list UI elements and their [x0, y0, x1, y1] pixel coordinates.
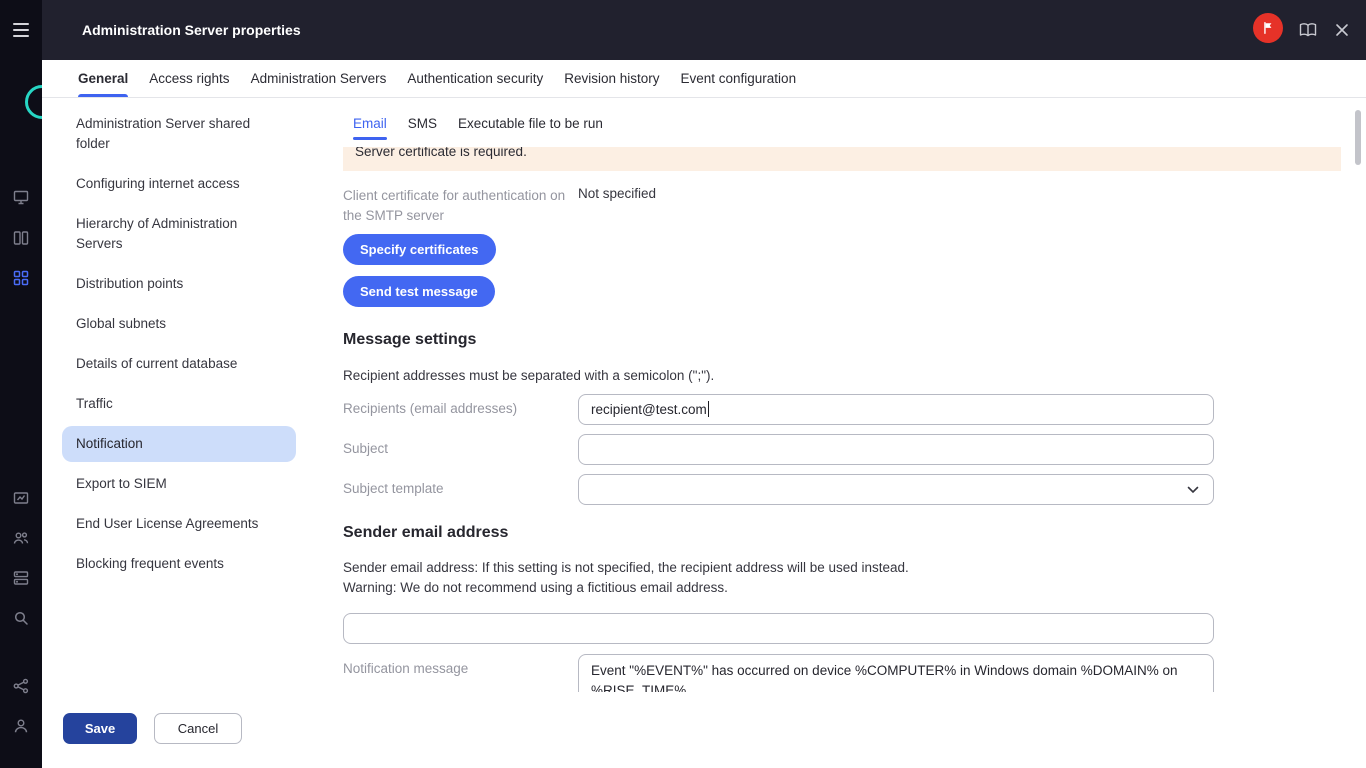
tab-revision-history[interactable]: Revision history: [564, 60, 659, 97]
nav-item-eula[interactable]: End User License Agreements: [62, 506, 296, 542]
dashboard-icon[interactable]: [13, 490, 29, 506]
monitoring-icon[interactable]: [13, 189, 29, 205]
nav-item-global-subnets[interactable]: Global subnets: [62, 306, 296, 342]
subject-template-label: Subject template: [343, 481, 444, 496]
subject-template-select[interactable]: [578, 474, 1214, 505]
chevron-down-icon: [1187, 486, 1199, 494]
logo-ring: [25, 85, 42, 119]
subject-input[interactable]: [578, 434, 1214, 465]
flag-badge-icon[interactable]: [1253, 13, 1283, 43]
tab-access-rights[interactable]: Access rights: [149, 60, 229, 97]
nav-item-shared-folder[interactable]: Administration Server shared folder: [62, 106, 296, 162]
subject-label: Subject: [343, 441, 388, 456]
subtab-email[interactable]: Email: [353, 116, 387, 140]
dialog-header: Administration Server properties: [0, 0, 1366, 60]
nav-item-traffic[interactable]: Traffic: [62, 386, 296, 422]
settings-nav: Administration Server shared folder Conf…: [62, 106, 296, 586]
tab-authentication-security[interactable]: Authentication security: [407, 60, 543, 97]
recipients-hint: Recipient addresses must be separated wi…: [343, 368, 714, 383]
tab-event-configuration[interactable]: Event configuration: [681, 60, 797, 97]
client-certificate-value: Not specified: [578, 186, 656, 201]
subtab-sms[interactable]: SMS: [408, 116, 437, 140]
notification-email-pane: Email SMS Executable file to be run Serv…: [343, 98, 1366, 768]
dialog-body: General Access rights Administration Ser…: [42, 60, 1366, 768]
nav-item-hierarchy[interactable]: Hierarchy of Administration Servers: [62, 206, 296, 262]
sender-note-line1: Sender email address: If this setting is…: [343, 558, 909, 578]
recipients-input[interactable]: recipient@test.com: [578, 394, 1214, 425]
tab-general[interactable]: General: [78, 60, 128, 97]
client-certificate-label: Client certificate for authentication on…: [343, 186, 575, 226]
recipients-label: Recipients (email addresses): [343, 401, 517, 416]
nav-item-blocking-events[interactable]: Blocking frequent events: [62, 546, 296, 582]
assets-icon[interactable]: [13, 230, 29, 246]
dialog-title: Administration Server properties: [82, 0, 301, 60]
text-cursor: [708, 401, 709, 417]
notification-message-label: Notification message: [343, 661, 468, 676]
save-button[interactable]: Save: [63, 713, 137, 744]
recipients-value: recipient@test.com: [591, 402, 707, 417]
send-test-message-button[interactable]: Send test message: [343, 276, 495, 307]
subtab-executable[interactable]: Executable file to be run: [458, 116, 603, 140]
storage-icon[interactable]: [13, 570, 29, 586]
nav-item-distribution-points[interactable]: Distribution points: [62, 266, 296, 302]
manual-icon[interactable]: [1298, 20, 1318, 40]
close-icon[interactable]: [1332, 20, 1352, 40]
warning-banner: Server certificate is required.: [343, 147, 1341, 171]
properties-tabbar: General Access rights Administration Ser…: [42, 60, 1366, 98]
nav-item-export-siem[interactable]: Export to SIEM: [62, 466, 296, 502]
notification-subtabs: Email SMS Executable file to be run: [353, 116, 603, 140]
console-grid-icon[interactable]: [13, 270, 29, 286]
nav-item-current-database[interactable]: Details of current database: [62, 346, 296, 382]
scrollbar-thumb[interactable]: [1355, 110, 1361, 165]
menu-icon[interactable]: [13, 23, 29, 37]
sender-email-input[interactable]: [343, 613, 1214, 644]
specify-certificates-button[interactable]: Specify certificates: [343, 234, 496, 265]
dialog-footer: Save Cancel: [42, 692, 1366, 768]
nav-item-internet-access[interactable]: Configuring internet access: [62, 166, 296, 202]
warning-banner-text: Server certificate is required.: [343, 147, 1341, 162]
account-icon[interactable]: [13, 718, 29, 734]
users-icon[interactable]: [13, 530, 29, 546]
cancel-button[interactable]: Cancel: [154, 713, 242, 744]
app-rail: [0, 0, 42, 768]
sender-note: Sender email address: If this setting is…: [343, 558, 909, 598]
sender-email-heading: Sender email address: [343, 524, 508, 542]
sender-note-line2: Warning: We do not recommend using a fic…: [343, 578, 909, 598]
share-icon[interactable]: [13, 678, 29, 694]
message-settings-heading: Message settings: [343, 331, 476, 349]
nav-item-notification[interactable]: Notification: [62, 426, 296, 462]
search-icon[interactable]: [13, 610, 29, 626]
tab-administration-servers[interactable]: Administration Servers: [251, 60, 387, 97]
